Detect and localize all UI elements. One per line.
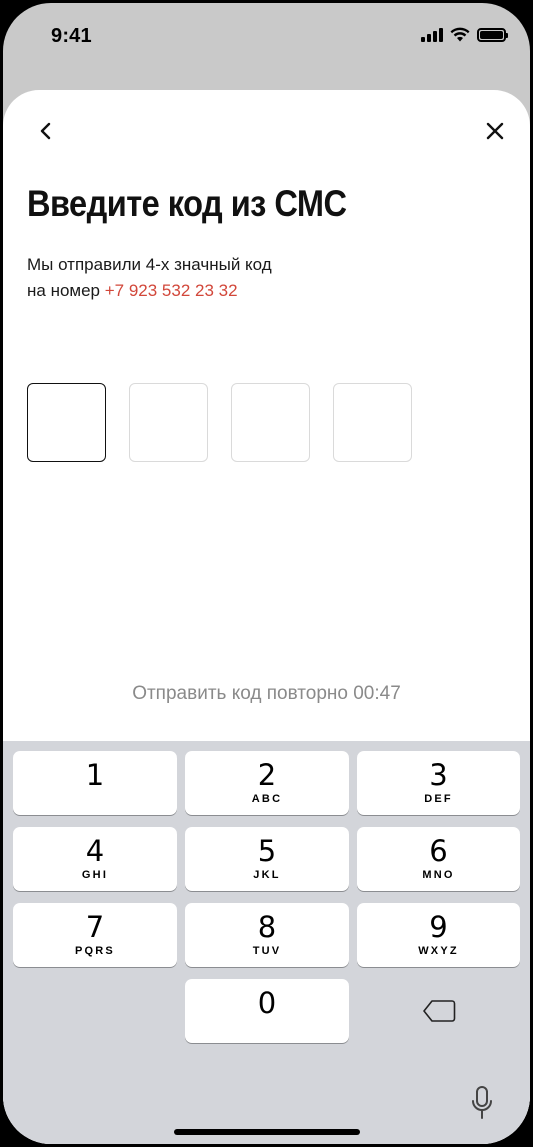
subtitle-line2: на номер +7 923 532 23 32 <box>27 278 272 304</box>
close-icon <box>486 122 504 140</box>
subtitle-line1: Мы отправили 4-х значный код <box>27 255 272 274</box>
battery-icon <box>477 27 508 42</box>
key-5[interactable]: 5 JKL <box>185 827 349 891</box>
code-digit-1[interactable] <box>27 383 106 462</box>
close-button[interactable] <box>480 116 510 146</box>
key-letters: TUV <box>252 945 282 957</box>
back-button[interactable] <box>31 116 61 146</box>
code-input-group <box>27 383 412 462</box>
key-digit: 3 <box>429 758 448 792</box>
delete-key[interactable] <box>357 979 520 1043</box>
key-letters: WXYZ <box>418 945 459 957</box>
key-4[interactable]: 4 GHI <box>13 827 177 891</box>
key-letters: MNO <box>422 869 455 881</box>
key-letters: PQRS <box>75 945 115 957</box>
code-digit-3[interactable] <box>231 383 310 462</box>
key-9[interactable]: 9 WXYZ <box>357 903 520 967</box>
key-digit: 4 <box>85 834 105 868</box>
status-bar: 9:41 <box>3 3 530 73</box>
wifi-icon <box>450 27 470 42</box>
key-digit: 9 <box>429 910 448 944</box>
numeric-keyboard: 1 2 ABC 3 DEF 4 GHI 5 JKL 6 MNO 7 PQRS 8… <box>3 741 530 1144</box>
device-frame: 9:41 Введите код из СМС Мы отправили 4-х… <box>0 0 533 1147</box>
key-letters: ABC <box>251 793 283 805</box>
key-digit: 2 <box>257 758 277 792</box>
key-7[interactable]: 7 PQRS <box>13 903 177 967</box>
subtitle-prefix: на номер <box>27 281 105 300</box>
cellular-signal-icon <box>421 27 443 42</box>
key-digit: 5 <box>257 834 277 868</box>
chevron-left-icon <box>40 122 51 140</box>
phone-number: +7 923 532 23 32 <box>104 281 238 300</box>
page-title: Введите код из СМС <box>27 183 347 224</box>
key-6[interactable]: 6 MNO <box>357 827 520 891</box>
key-letters: GHI <box>81 869 109 881</box>
backspace-icon <box>422 1000 455 1022</box>
status-icons <box>421 27 508 42</box>
microphone-button[interactable] <box>470 1084 494 1122</box>
resend-code-timer: Отправить код повторно 00:47 <box>132 683 401 704</box>
key-digit: 8 <box>257 910 277 944</box>
key-letters: DEF <box>424 793 453 805</box>
key-digit: 1 <box>85 758 105 792</box>
key-0[interactable]: 0 <box>185 979 349 1043</box>
code-digit-4[interactable] <box>333 383 412 462</box>
key-8[interactable]: 8 TUV <box>185 903 349 967</box>
subtitle: Мы отправили 4-х значный код на номер +7… <box>27 252 272 304</box>
key-1[interactable]: 1 <box>13 751 177 815</box>
screen: 9:41 Введите код из СМС Мы отправили 4-х… <box>3 3 530 1144</box>
key-digit: 6 <box>429 834 448 868</box>
key-letters: JKL <box>253 869 281 881</box>
status-time: 9:41 <box>51 25 92 47</box>
key-digit: 0 <box>257 986 277 1020</box>
key-digit: 7 <box>85 910 105 944</box>
home-indicator[interactable] <box>173 1129 360 1135</box>
microphone-icon <box>472 1086 492 1119</box>
key-3[interactable]: 3 DEF <box>357 751 520 815</box>
key-2[interactable]: 2 ABC <box>185 751 349 815</box>
code-digit-2[interactable] <box>129 383 208 462</box>
